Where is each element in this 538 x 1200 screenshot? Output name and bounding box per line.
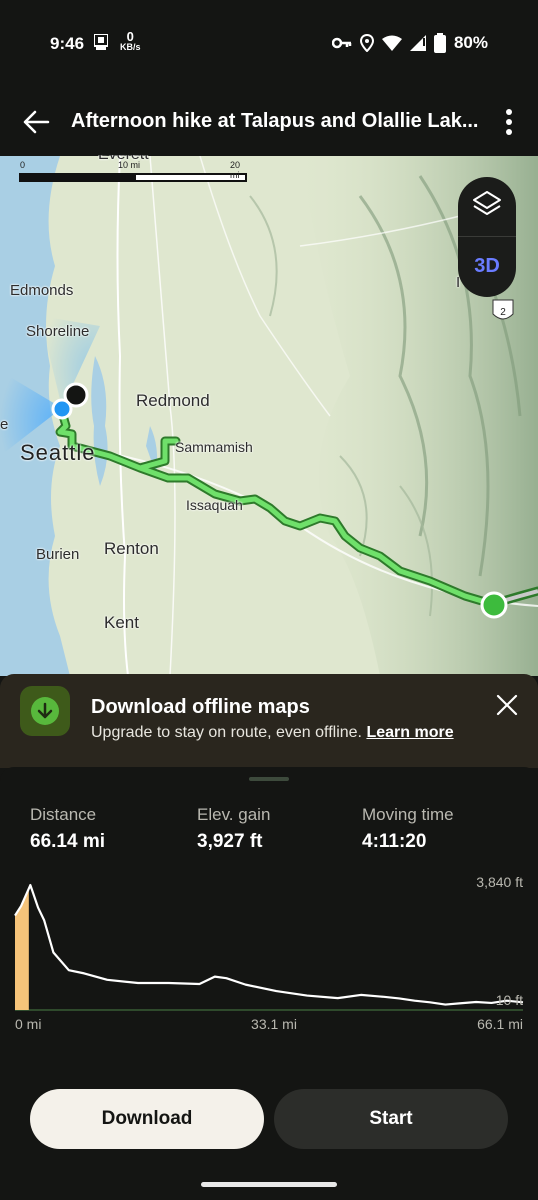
map-label-issaquah: Issaquah [186,497,243,513]
route-end-marker [480,591,508,619]
map-label-kent: Kent [104,613,139,632]
map-label-seattle: Seattle [20,440,96,465]
highway-shield-label: 2 [500,307,506,318]
scale-bar: 0 10 mi 20 mi [18,160,248,186]
map-label-sammamish: Sammamish [175,439,253,455]
signal-icon [409,35,426,51]
map-label-edge-left: e [0,416,9,433]
stat-elevation: Elev. gain 3,927 ft [197,805,270,853]
location-icon [359,34,374,52]
start-button[interactable]: Start [274,1089,508,1149]
learn-more-link[interactable]: Learn more [366,724,453,741]
download-button[interactable]: Download [30,1089,264,1149]
map-controls: 3D [458,177,516,297]
3d-toggle-button[interactable]: 3D [458,255,516,278]
back-arrow-icon[interactable] [22,108,50,136]
x-tick-label: 33.1 mi [251,1016,297,1032]
network-speed: 0 KB/s [120,29,141,52]
stat-elevation-label: Elev. gain [197,805,271,824]
map-label-burien: Burien [36,546,80,563]
stat-distance-value: 66.14 mi [30,831,105,852]
elevation-chart[interactable]: 3,840 ft 10 ft 0 mi 33.1 mi 66.1 mi [0,867,538,1037]
stat-distance: Distance 66.14 mi [30,805,105,853]
download-icon [20,686,70,736]
elevation-line [14,883,524,1006]
stat-moving-time-label: Moving time [362,805,454,824]
status-icons: 80% [331,33,488,53]
page-title: Afternoon hike at Talapus and Olallie La… [71,110,479,132]
y-tick-max: 3,840 ft [476,874,523,890]
gesture-nav-bar[interactable] [201,1182,337,1187]
scale-end: 20 mi [230,160,241,180]
offline-maps-banner: Download offline maps Upgrade to stay on… [0,674,538,768]
stat-moving-time: Moving time 4:11:20 [362,805,454,853]
map-label-renton: Renton [104,539,159,558]
map-label-shoreline: Shoreline [26,323,90,340]
map-controls-divider [458,236,516,237]
stat-elevation-value: 3,927 ft [197,831,263,852]
battery-percent: 80% [453,33,488,52]
route-details-sheet: Distance 66.14 mi Elev. gain 3,927 ft Mo… [0,767,538,1200]
status-bar: 9:46 0 KB/s 80% [0,0,538,88]
x-tick-label: 66.1 mi [477,1016,523,1032]
map-label-redmond: Redmond [136,391,210,410]
close-icon[interactable] [494,692,520,718]
banner-title: Download offline maps [91,696,310,718]
current-location-marker [51,398,73,420]
banner-subtitle: Upgrade to stay on route, even offline. … [91,724,454,741]
status-time: 9:46 [50,34,85,53]
app-bar: Afternoon hike at Talapus and Olallie La… [0,88,538,156]
drag-handle[interactable] [249,777,289,781]
layers-icon[interactable] [471,189,503,221]
stat-moving-time-value: 4:11:20 [362,831,427,852]
map-label-edmonds: Edmonds [10,282,74,299]
x-tick-label: 0 mi [15,1016,41,1032]
vpn-key-icon [331,37,352,49]
y-tick-min: 10 ft [496,992,523,1008]
wifi-icon [381,35,402,51]
data-transfer-icon [94,34,108,50]
scale-start: 0 [20,160,26,170]
stat-distance-label: Distance [30,805,97,824]
more-vert-icon[interactable] [500,106,518,138]
elevation-chart-svg: 3,840 ft 10 ft 0 mi 33.1 mi 66.1 mi [14,874,524,1032]
battery-icon [433,33,446,53]
